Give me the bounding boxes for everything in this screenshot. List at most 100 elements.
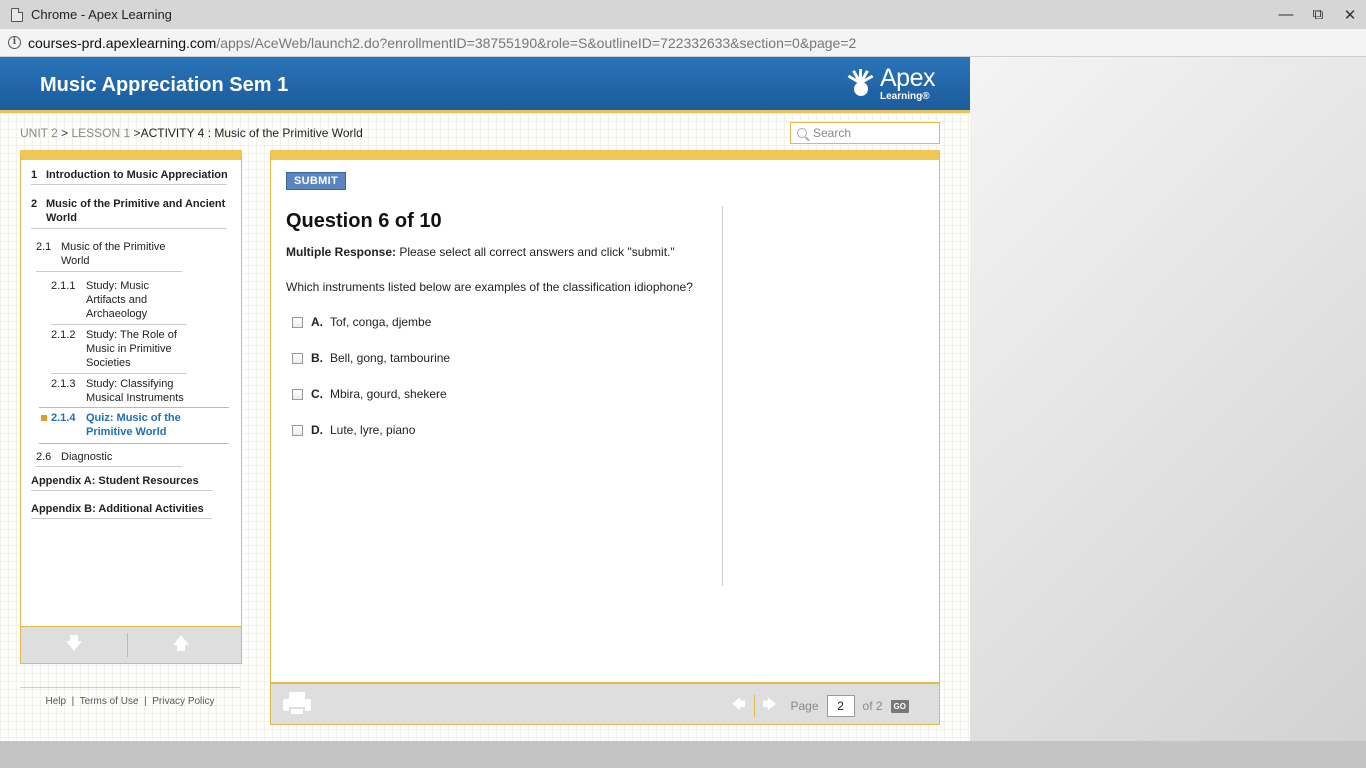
print-icon[interactable] bbox=[283, 692, 311, 716]
instruction-text: Please select all correct answers and cl… bbox=[399, 245, 675, 259]
sidebar-item-number: 2.1.1 bbox=[51, 280, 76, 292]
page-icon bbox=[11, 7, 23, 22]
empty-viewport-area bbox=[970, 57, 1366, 741]
footer-links: Help | Terms of Use | Privacy Policy bbox=[20, 687, 240, 709]
option-letter: B. bbox=[311, 351, 323, 365]
page-number-input[interactable] bbox=[826, 695, 855, 717]
breadcrumb: UNIT 2 > LESSON 1 >ACTIVITY 4 : Music of… bbox=[20, 126, 363, 140]
sidebar-item-appendix-b[interactable]: Appendix B: Additional Activities bbox=[31, 503, 216, 519]
course-header: Music Appreciation Sem 1 Apex Learning® bbox=[0, 57, 970, 113]
option-letter: A. bbox=[311, 315, 323, 329]
logo-sub: Learning® bbox=[880, 91, 930, 102]
logo-word: Apex bbox=[880, 64, 935, 92]
question-title: Question 6 of 10 bbox=[286, 210, 442, 232]
sidebar-item-label: Quiz: Music of the Primitive World bbox=[86, 412, 181, 438]
window-controls: — ⧉ ✕ bbox=[1270, 0, 1366, 29]
checkbox-a[interactable] bbox=[292, 316, 303, 328]
sidebar-item-1[interactable]: 1 Introduction to Music Appreciation bbox=[31, 169, 231, 185]
sidebar-item-label: Introduction to Music Appreciation bbox=[46, 169, 228, 181]
sidebar-item-number: 1 bbox=[31, 169, 38, 181]
submit-button[interactable]: SUBMIT bbox=[286, 172, 346, 190]
window-bottom-strip bbox=[0, 741, 1366, 768]
sidebar-item-2-6[interactable]: 2.6 Diagnostic bbox=[36, 451, 182, 467]
site-info-icon[interactable]: i bbox=[8, 36, 21, 49]
page-label: Page bbox=[790, 699, 819, 713]
answer-option-d[interactable]: D. Lute, lyre, piano bbox=[292, 423, 415, 437]
url-text[interactable]: courses-prd.apexlearning.com/apps/AceWeb… bbox=[28, 35, 856, 51]
address-bar[interactable]: i courses-prd.apexlearning.com/apps/AceW… bbox=[0, 29, 1366, 57]
course-title: Music Appreciation Sem 1 bbox=[40, 74, 289, 96]
option-text: Tof, conga, djembe bbox=[330, 315, 432, 329]
sidebar-item-2-1[interactable]: 2.1 Music of the Primitive World bbox=[36, 240, 182, 272]
window-titlebar: Chrome - Apex Learning — ⧉ ✕ bbox=[0, 0, 1366, 29]
sidebar-item-number: 2.1 bbox=[36, 241, 52, 253]
answer-option-b[interactable]: B. Bell, gong, tambourine bbox=[292, 351, 450, 365]
previous-item-up-button[interactable]: 🡅 bbox=[128, 626, 234, 664]
question-prompt: Which instruments listed below are examp… bbox=[286, 280, 693, 294]
restore-button[interactable]: ⧉ bbox=[1302, 0, 1334, 29]
breadcrumb-separator: > bbox=[133, 126, 141, 140]
pagination: 🡄 🡆 Page of 2 GO bbox=[728, 694, 909, 718]
sidebar-item-label: Study: Music Artifacts and Archaeology bbox=[86, 280, 149, 320]
go-button[interactable]: GO bbox=[890, 699, 909, 713]
sidebar-item-number: 2.6 bbox=[36, 451, 52, 463]
course-page: Music Appreciation Sem 1 Apex Learning® … bbox=[0, 57, 970, 741]
checkbox-c[interactable] bbox=[292, 388, 303, 400]
apex-logo-mark-icon bbox=[844, 65, 876, 105]
url-path: /apps/AceWeb/launch2.do?enrollmentID=387… bbox=[216, 34, 857, 51]
sidebar-item-number: 2 bbox=[31, 198, 38, 210]
breadcrumb-separator: > bbox=[61, 126, 69, 140]
question-panel: SUBMIT Question 6 of 10 Multiple Respons… bbox=[270, 150, 940, 683]
question-type: Multiple Response: bbox=[286, 245, 397, 259]
panel-divider bbox=[722, 206, 723, 586]
sidebar-item-label: Study: Classifying Musical Instruments bbox=[86, 378, 184, 404]
help-link[interactable]: Help bbox=[45, 696, 66, 707]
search-input[interactable] bbox=[813, 126, 933, 140]
checkbox-b[interactable] bbox=[292, 352, 303, 364]
sidebar-item-number: 2.1.2 bbox=[51, 329, 76, 341]
sidebar-item-label: Music of the Primitive World bbox=[61, 241, 166, 267]
sidebar-item-2-1-3[interactable]: 2.1.3 Study: Classifying Musical Instrum… bbox=[51, 377, 191, 405]
option-text: Mbira, gourd, shekere bbox=[330, 387, 447, 401]
footer-separator: | bbox=[144, 696, 147, 707]
window-title: Chrome - Apex Learning bbox=[31, 7, 172, 22]
terms-link[interactable]: Terms of Use bbox=[80, 696, 139, 707]
previous-page-arrow-icon[interactable]: 🡄 bbox=[728, 694, 750, 718]
sidebar-item-label: Study: The Role of Music in Primitive So… bbox=[86, 329, 177, 369]
question-panel-footer: 🡄 🡆 Page of 2 GO bbox=[270, 683, 940, 725]
page-total: of 2 bbox=[862, 699, 883, 713]
next-item-down-button[interactable]: 🡇 bbox=[21, 626, 127, 664]
answer-option-c[interactable]: C. Mbira, gourd, shekere bbox=[292, 387, 447, 401]
search-icon bbox=[797, 128, 807, 138]
url-host: courses-prd.apexlearning.com bbox=[28, 34, 217, 51]
option-letter: D. bbox=[311, 423, 323, 437]
sidebar-item-label: Music of the Primitive and Ancient World bbox=[46, 198, 226, 224]
option-letter: C. bbox=[311, 387, 323, 401]
sidebar-item-appendix-a[interactable]: Appendix A: Student Resources bbox=[31, 475, 216, 491]
sidebar-item-2-1-4[interactable]: 2.1.4 Quiz: Music of the Primitive World bbox=[51, 411, 191, 439]
outline-nav-controls: 🡇 🡅 bbox=[20, 626, 242, 664]
next-page-arrow-icon[interactable]: 🡆 bbox=[759, 694, 781, 718]
breadcrumb-unit[interactable]: UNIT 2 bbox=[20, 126, 58, 140]
checkbox-d[interactable] bbox=[292, 424, 303, 436]
course-outline-sidebar: 1 Introduction to Music Appreciation 2 M… bbox=[20, 150, 242, 664]
close-button[interactable]: ✕ bbox=[1334, 0, 1366, 29]
footer-separator: | bbox=[71, 696, 75, 707]
sidebar-item-number: 2.1.4 bbox=[51, 412, 76, 424]
breadcrumb-activity: ACTIVITY 4 : Music of the Primitive Worl… bbox=[140, 126, 363, 140]
apex-logo: Apex Learning® bbox=[844, 65, 935, 105]
answer-option-a[interactable]: A. Tof, conga, djembe bbox=[292, 315, 431, 329]
question-instructions: Multiple Response: Please select all cor… bbox=[286, 245, 675, 259]
privacy-link[interactable]: Privacy Policy bbox=[152, 696, 214, 707]
sidebar-item-label: Diagnostic bbox=[61, 451, 113, 463]
sidebar-item-2[interactable]: 2 Music of the Primitive and Ancient Wor… bbox=[31, 197, 227, 229]
active-item-bullet bbox=[41, 415, 47, 421]
minimize-button[interactable]: — bbox=[1270, 0, 1302, 29]
sidebar-item-2-1-2[interactable]: 2.1.2 Study: The Role of Music in Primit… bbox=[51, 328, 187, 374]
search-box[interactable] bbox=[790, 122, 940, 144]
breadcrumb-lesson[interactable]: LESSON 1 bbox=[72, 126, 131, 140]
sidebar-item-2-1-1[interactable]: 2.1.1 Study: Music Artifacts and Archaeo… bbox=[51, 279, 187, 325]
sidebar-item-label: Appendix B: Additional Activities bbox=[31, 503, 204, 515]
sidebar-item-label: Appendix A: Student Resources bbox=[31, 475, 199, 487]
sidebar-item-number: 2.1.3 bbox=[51, 378, 76, 390]
